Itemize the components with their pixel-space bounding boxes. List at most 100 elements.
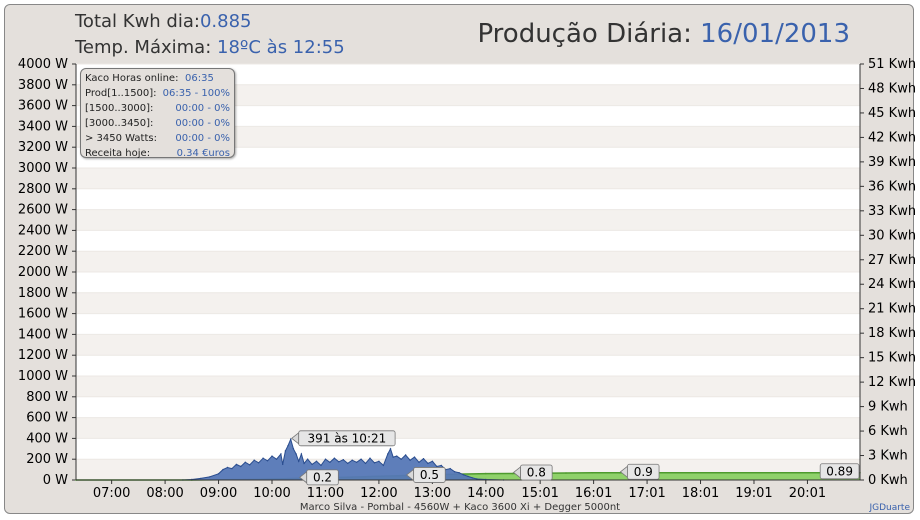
- y-left-tick-label: 200 W: [26, 452, 68, 467]
- y-right-tick-label: 30 Kwh: [868, 228, 916, 243]
- power-point: [373, 462, 376, 464]
- power-point: [389, 448, 392, 450]
- power-point: [295, 453, 297, 455]
- x-tick-label: 13:00: [414, 486, 451, 501]
- x-tick-label: 07:00: [93, 486, 130, 501]
- power-point: [476, 478, 478, 480]
- y-left-tick-label: 600 W: [26, 411, 68, 426]
- y-right-tick-label: 0 Kwh: [868, 473, 908, 488]
- value-label: 391 às 10:21: [291, 430, 396, 447]
- y-left-tick-label: 1600 W: [18, 307, 68, 322]
- power-point: [413, 456, 416, 458]
- footer-caption: Marco Silva - Pombal - 4560W + Kaco 3600…: [299, 502, 621, 513]
- power-point: [290, 438, 292, 440]
- power-point: [300, 453, 303, 455]
- info-label: > 3450 Watts:: [85, 133, 157, 144]
- x-tick-label: 17:01: [628, 486, 665, 501]
- y-left-tick-label: 3600 W: [18, 99, 68, 114]
- y-left-tick-label: 2600 W: [18, 203, 68, 218]
- power-point: [427, 462, 429, 465]
- x-tick-label: 12:00: [360, 486, 397, 501]
- value-label-text: 0.89: [826, 464, 853, 478]
- x-tick-label: 20:01: [789, 486, 826, 501]
- power-point: [324, 458, 327, 460]
- y-right-tick-label: 27 Kwh: [868, 253, 916, 268]
- power-point: [404, 454, 407, 456]
- y-axis-left: 0 W 200 W 400 W 600 W 800 W 1000 W 1200 W 1400 …: [18, 57, 76, 488]
- y-right-tick-label: 45 Kwh: [868, 106, 916, 121]
- info-value: 06:35: [185, 73, 214, 84]
- y-left-tick-label: 2200 W: [18, 244, 68, 259]
- power-point: [329, 461, 331, 463]
- info-value: 0.34 €uros: [176, 148, 230, 159]
- info-row: Receita hoje: 0.34 €uros: [85, 146, 230, 161]
- x-tick-label: 08:00: [146, 486, 183, 501]
- power-point: [360, 458, 362, 460]
- y-right-tick-label: 33 Kwh: [868, 204, 916, 219]
- power-point: [453, 471, 456, 473]
- power-point: [303, 462, 305, 465]
- info-row: Kaco Horas online: 06:35: [85, 71, 230, 86]
- power-point: [382, 464, 385, 467]
- info-value: 00:00 - 0%: [175, 103, 230, 114]
- energy-point: [591, 472, 594, 474]
- info-label: Receita hoje:: [85, 148, 151, 159]
- power-point: [287, 445, 289, 447]
- power-point: [351, 459, 353, 461]
- power-point: [338, 461, 340, 463]
- info-label: Prod[1..1500]:: [85, 88, 157, 99]
- power-point: [306, 458, 309, 460]
- power-point: [364, 462, 367, 465]
- power-point: [409, 459, 411, 461]
- power-point: [244, 461, 246, 463]
- value-label-text: 0.5: [420, 468, 439, 482]
- power-point: [342, 459, 344, 461]
- power-point: [458, 472, 460, 474]
- energy-point: [565, 472, 567, 474]
- power-point: [400, 458, 402, 460]
- power-point: [462, 474, 465, 476]
- info-label: [3000..3450]:: [85, 118, 154, 129]
- power-point: [431, 460, 434, 462]
- info-box: Kaco Horas online: 06:35 Prod[1..1500]: 06…: [80, 68, 235, 161]
- power-point: [320, 464, 322, 467]
- info-row: Prod[1..1500]: 06:35 - 100%: [85, 86, 230, 101]
- grid-band: [76, 376, 860, 397]
- y-left-tick-label: 0 W: [43, 473, 68, 488]
- info-row: [3000..3450]: 00:00 - 0%: [85, 116, 230, 131]
- value-label: 0.89: [819, 463, 860, 480]
- info-label: Kaco Horas online:: [85, 73, 179, 84]
- y-left-tick-label: 2800 W: [18, 182, 68, 197]
- x-tick-label: 15:01: [521, 486, 558, 501]
- x-tick-label: 10:00: [253, 486, 290, 501]
- power-point: [369, 457, 371, 459]
- energy-point: [618, 472, 621, 474]
- power-point: [449, 467, 451, 470]
- power-point: [471, 477, 474, 479]
- power-point: [200, 477, 202, 480]
- power-point: [333, 457, 336, 459]
- energy-point: [511, 472, 514, 475]
- power-point: [298, 460, 300, 462]
- y-left-tick-label: 3200 W: [18, 140, 68, 155]
- power-point: [422, 458, 425, 460]
- power-point: [253, 459, 255, 461]
- info-row: > 3450 Watts: 00:00 - 0%: [85, 131, 230, 146]
- y-right-tick-label: 21 Kwh: [868, 302, 916, 317]
- power-point: [235, 463, 238, 466]
- y-left-tick-label: 800 W: [26, 390, 68, 405]
- footer-credit[interactable]: JGDuarte: [869, 503, 910, 513]
- grid-band: [76, 417, 860, 439]
- power-point: [282, 463, 284, 466]
- energy-point: [485, 472, 487, 475]
- power-point: [222, 468, 224, 471]
- y-right-tick-label: 18 Kwh: [868, 326, 916, 341]
- power-point: [347, 462, 349, 465]
- x-tick-label: 19:01: [735, 486, 772, 501]
- power-point: [271, 455, 273, 457]
- power-point: [467, 475, 469, 478]
- power-point: [280, 453, 282, 455]
- info-label: [1500..3000]:: [85, 103, 154, 114]
- y-left-tick-label: 2000 W: [18, 265, 68, 280]
- x-tick-label: 11:00: [307, 486, 344, 501]
